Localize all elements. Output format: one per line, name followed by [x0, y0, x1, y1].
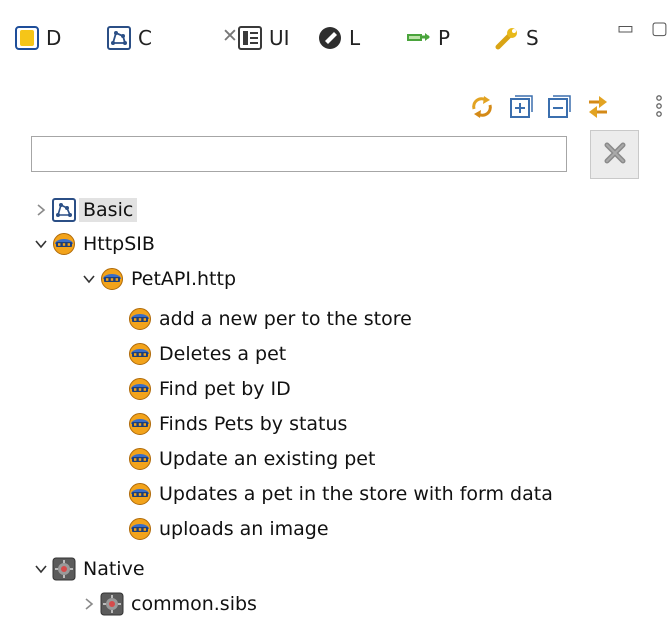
chevron-down-icon[interactable] [30, 552, 52, 586]
tab-ui[interactable]: UI [237, 22, 290, 54]
clear-filter-button[interactable] [590, 130, 639, 179]
tree-item-label: uploads an image [159, 518, 329, 540]
sib-icon [128, 412, 152, 436]
chevron-down-icon[interactable] [78, 262, 100, 296]
tab-p[interactable]: P [406, 22, 450, 54]
close-icon[interactable]: ✕ [222, 27, 238, 46]
collapse-all-icon[interactable] [545, 93, 573, 121]
sib-icon [128, 307, 152, 331]
tree-item-operation[interactable]: Find pet by ID [128, 372, 291, 406]
tree-item-label: add a new per to the store [159, 308, 412, 330]
native-icon [100, 592, 124, 616]
tree-item-native[interactable]: Native [30, 552, 145, 586]
refresh-icon[interactable] [468, 93, 496, 121]
view-tab-bar: D C ✕ UI L P S ▭ ▢ [0, 0, 670, 70]
tab-d[interactable]: D [14, 22, 61, 54]
tab-label: L [349, 26, 361, 50]
maximize-icon[interactable]: ▢ [651, 20, 668, 38]
process-icon [406, 25, 432, 51]
tree-item-label: Find pet by ID [159, 378, 291, 400]
chevron-right-icon[interactable] [30, 193, 52, 227]
clear-icon [602, 140, 628, 170]
tab-label: UI [269, 26, 290, 50]
tab-label: D [46, 26, 62, 50]
filter-input[interactable] [31, 136, 567, 172]
sib-icon [128, 482, 152, 506]
database-icon [14, 25, 40, 51]
tab-label: S [526, 26, 539, 50]
tree-item-label: HttpSIB [83, 233, 155, 255]
tab-label: P [438, 26, 451, 50]
tree-item-basic[interactable]: Basic [30, 193, 138, 227]
sib-icon [100, 267, 124, 291]
chevron-down-icon[interactable] [30, 227, 52, 261]
tab-s[interactable]: S [494, 22, 539, 54]
sib-icon [128, 447, 152, 471]
native-icon [52, 557, 76, 581]
sib-icon [128, 342, 152, 366]
tree-item-label: PetAPI.http [131, 268, 237, 290]
minimize-icon[interactable]: ▭ [617, 20, 634, 38]
ui-form-icon [237, 25, 263, 51]
tree-item-operation[interactable]: add a new per to the store [128, 302, 412, 336]
component-icon [106, 25, 132, 51]
chevron-right-icon[interactable] [78, 587, 100, 621]
tree-item-common-sibs[interactable]: common.sibs [78, 587, 257, 621]
tree-item-operation[interactable]: Finds Pets by status [128, 407, 347, 441]
sib-icon [128, 377, 152, 401]
sib-icon [128, 517, 152, 541]
tree-item-operation[interactable]: uploads an image [128, 512, 329, 546]
tree-item-operation[interactable]: Update an existing pet [128, 442, 375, 476]
component-icon [52, 198, 76, 222]
tree-item-label: Basic [79, 198, 138, 222]
tree-item-label: Deletes a pet [159, 343, 287, 365]
wrench-icon [494, 25, 520, 51]
library-icon [317, 25, 343, 51]
sib-icon [52, 232, 76, 256]
tree-item-label: Update an existing pet [159, 448, 376, 470]
tab-c[interactable]: C [106, 22, 152, 54]
link-with-editor-icon[interactable] [584, 93, 612, 121]
view-menu-icon[interactable] [652, 93, 666, 121]
expand-all-icon[interactable] [507, 93, 535, 121]
tree-item-label: common.sibs [131, 593, 257, 615]
tree-item-operation[interactable]: Updates a pet in the store with form dat… [128, 477, 553, 511]
tree-item-petapi[interactable]: PetAPI.http [78, 262, 236, 296]
tree-item-label: Native [83, 558, 145, 580]
tree-item-operation[interactable]: Deletes a pet [128, 337, 286, 371]
tab-label: C [138, 26, 152, 50]
tree-item-httpsib[interactable]: HttpSIB [30, 227, 155, 261]
tree-item-label: Updates a pet in the store with form dat… [159, 483, 553, 505]
tab-l[interactable]: L [317, 22, 360, 54]
tree-item-label: Finds Pets by status [159, 413, 348, 435]
